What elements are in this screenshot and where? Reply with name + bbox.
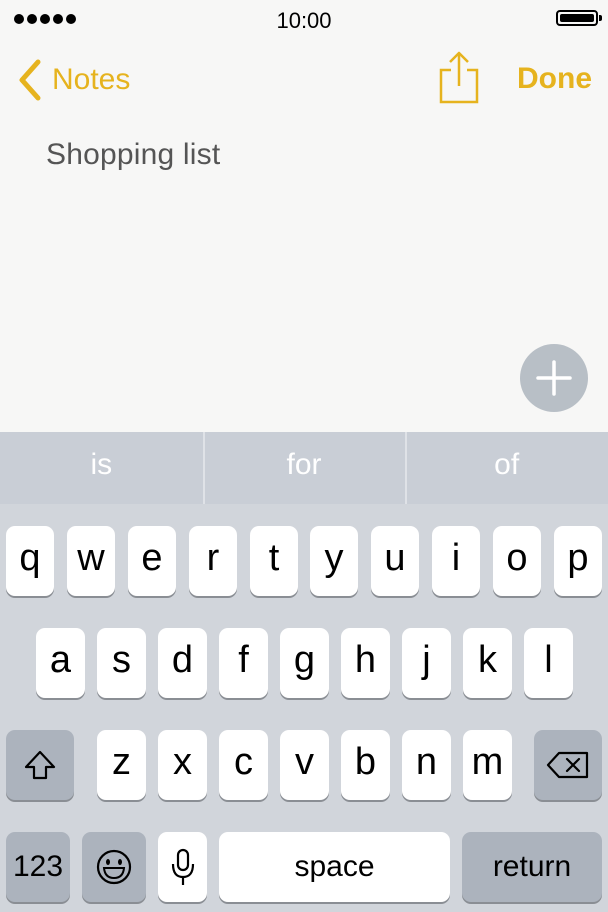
key-e[interactable]: e (128, 526, 176, 596)
emoji-key[interactable] (82, 832, 146, 902)
emoji-icon (96, 849, 132, 885)
add-checklist-button[interactable] (520, 344, 588, 412)
key-label: g (293, 639, 316, 681)
status-bar: 10:00 (0, 0, 608, 40)
key-label: h (354, 639, 377, 681)
key-d[interactable]: d (158, 628, 207, 698)
key-label: e (141, 537, 163, 579)
key-label: b (354, 741, 377, 783)
key-m[interactable]: m (463, 730, 512, 800)
key-label: 123 (12, 850, 64, 883)
key-x[interactable]: x (158, 730, 207, 800)
backspace-icon (546, 751, 589, 779)
key-label: space (294, 850, 375, 883)
dictation-key[interactable] (158, 832, 207, 902)
key-label: w (77, 537, 105, 579)
key-label: p (567, 537, 589, 579)
key-label: d (171, 639, 194, 681)
key-c[interactable]: c (219, 730, 268, 800)
key-l[interactable]: l (524, 628, 573, 698)
chevron-left-icon (19, 59, 41, 101)
key-label: r (206, 537, 220, 579)
back-label: Notes (52, 63, 131, 96)
key-n[interactable]: n (402, 730, 451, 800)
key-f[interactable]: f (219, 628, 268, 698)
numbers-key[interactable]: 123 (6, 832, 70, 902)
key-w[interactable]: w (67, 526, 115, 596)
shift-key[interactable] (6, 730, 74, 800)
prediction-item[interactable]: is (0, 432, 203, 504)
key-q[interactable]: q (6, 526, 54, 596)
key-r[interactable]: r (189, 526, 237, 596)
key-label: i (451, 537, 461, 579)
key-label: n (415, 741, 438, 783)
key-y[interactable]: y (310, 526, 358, 596)
key-label: return (492, 850, 572, 883)
key-label: z (112, 741, 131, 783)
key-label: o (506, 537, 528, 579)
key-s[interactable]: s (97, 628, 146, 698)
key-label: a (49, 639, 72, 681)
key-label: l (544, 639, 553, 681)
key-t[interactable]: t (250, 526, 298, 596)
prediction-bar: is for of (0, 432, 608, 504)
microphone-icon (171, 848, 194, 885)
key-h[interactable]: h (341, 628, 390, 698)
key-v[interactable]: v (280, 730, 329, 800)
key-z[interactable]: z (97, 730, 146, 800)
key-g[interactable]: g (280, 628, 329, 698)
backspace-key[interactable] (534, 730, 602, 800)
key-k[interactable]: k (463, 628, 512, 698)
prediction-item[interactable]: of (405, 432, 608, 504)
space-key[interactable]: space (219, 832, 450, 902)
navigation-bar: Notes Done (0, 50, 608, 114)
key-label: j (422, 639, 431, 681)
key-label: m (471, 741, 504, 783)
key-label: t (268, 537, 280, 579)
key-label: v (295, 741, 314, 783)
back-button[interactable]: Notes (14, 58, 130, 102)
battery-icon (556, 10, 602, 26)
key-label: u (384, 537, 406, 579)
share-icon (439, 51, 479, 104)
keyboard: is for of q w e r t y u i o p a s d f g … (0, 432, 608, 912)
key-b[interactable]: b (341, 730, 390, 800)
key-label: k (478, 639, 497, 681)
status-time: 10:00 (276, 8, 332, 33)
key-u[interactable]: u (371, 526, 419, 596)
key-i[interactable]: i (432, 526, 480, 596)
return-key[interactable]: return (462, 832, 602, 902)
key-label: y (324, 537, 344, 579)
key-p[interactable]: p (554, 526, 602, 596)
key-o[interactable]: o (493, 526, 541, 596)
done-button[interactable]: Done (517, 62, 592, 96)
note-body-text[interactable]: Shopping list (46, 138, 220, 172)
plus-icon (536, 360, 572, 396)
key-j[interactable]: j (402, 628, 451, 698)
shift-icon (24, 750, 56, 780)
prediction-item[interactable]: for (202, 432, 406, 504)
key-label: c (234, 741, 253, 783)
key-label: f (238, 639, 249, 681)
key-a[interactable]: a (36, 628, 85, 698)
share-button[interactable] (438, 50, 480, 106)
key-label: x (173, 741, 192, 783)
key-label: q (19, 537, 41, 579)
key-label: s (112, 639, 131, 681)
